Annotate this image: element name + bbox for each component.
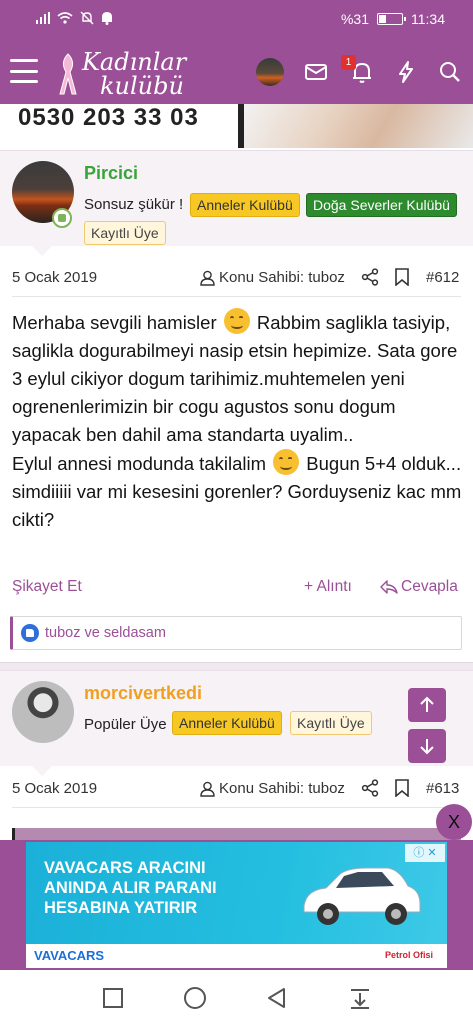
post-body-part3: Eylul annesi modunda takilalim	[12, 453, 266, 474]
post-body-part1: Merhaba sevgili hamisler	[12, 312, 217, 333]
bookmark-icon[interactable]	[394, 779, 410, 797]
ad-footer: VAVACARS Petrol Ofisi	[26, 944, 447, 968]
scroll-up-button[interactable]	[408, 688, 446, 722]
badge-kayitli-uye: Kayıtlı Üye	[290, 711, 372, 735]
quote-link[interactable]: + Alıntı	[304, 578, 352, 596]
smiling-emoji-icon	[223, 308, 250, 334]
post-number[interactable]: #613	[426, 780, 459, 797]
ad-close-button[interactable]: X	[436, 804, 472, 840]
online-status-icon	[52, 208, 72, 228]
bookmark-icon[interactable]	[394, 268, 410, 286]
battery-percent: %31	[340, 11, 369, 27]
reactions-bar[interactable]: tuboz ve seldasam	[10, 616, 462, 650]
post-username[interactable]: Pircici	[84, 163, 138, 184]
user-icon	[200, 781, 215, 797]
status-bar: %31 11:34	[0, 0, 473, 40]
user-title: Sonsuz şükür !	[84, 196, 184, 213]
post-actions: Şikayet Et + Alıntı Cevapla	[0, 576, 473, 602]
ad-choices-icon[interactable]: ⓘ ✕	[405, 844, 445, 862]
battery-icon	[377, 13, 406, 25]
reply-label: Cevapla	[401, 578, 458, 595]
post-user-block: Pircici Sonsuz şükür ! Anneler Kulübü Do…	[0, 150, 473, 246]
ad-sponsor: Petrol Ofisi	[384, 950, 433, 960]
post-avatar[interactable]	[12, 681, 74, 743]
user-avatar[interactable]	[256, 58, 284, 86]
post-date[interactable]: 5 Ocak 2019	[12, 780, 97, 797]
circle-home-icon[interactable]	[183, 986, 207, 1010]
reply-link[interactable]: Cevapla	[380, 578, 458, 596]
post-user-block: morcivertkedi Popüler Üye Anneler Kulübü…	[0, 670, 473, 766]
wifi-icon	[57, 12, 73, 24]
scroll-down-button[interactable]	[408, 729, 446, 763]
thread-owner: Konu Sahibi: tuboz	[200, 269, 345, 286]
clock: 11:34	[411, 11, 445, 27]
reactions-text[interactable]: tuboz ve seldasam	[45, 625, 166, 641]
reply-icon	[380, 580, 398, 594]
thread-owner: Konu Sahibi: tuboz	[200, 780, 345, 797]
bell-status-icon	[102, 12, 112, 25]
post-username[interactable]: morcivertkedi	[84, 683, 202, 704]
mail-icon[interactable]	[304, 60, 328, 84]
menu-icon[interactable]	[10, 59, 38, 83]
top-banner[interactable]: 0530 203 33 03	[0, 104, 473, 148]
post-number[interactable]: #612	[426, 269, 459, 286]
post-meta: 5 Ocak 2019 Konu Sahibi: tuboz #612	[0, 262, 473, 294]
user-title: Popüler Üye	[84, 716, 167, 733]
thread-owner-label: Konu Sahibi: tuboz	[219, 780, 345, 797]
badge-anneler-kulubu: Anneler Kulübü	[172, 711, 282, 735]
post-body: Merhaba sevgili hamisler Rabbim saglikla…	[12, 308, 464, 534]
signal-icon	[36, 12, 50, 24]
notification-shade-icon[interactable]	[348, 986, 372, 1010]
site-logo[interactable]: Kadınlar kulübü	[56, 46, 186, 100]
badge-doga-severler: Doğa Severler Kulübü	[306, 193, 457, 217]
triangle-back-icon[interactable]	[265, 986, 289, 1010]
like-icon	[21, 624, 39, 642]
ad-headline-line2: ANINDA ALIR PARANI	[44, 879, 217, 897]
post-612: Pircici Sonsuz şükür ! Anneler Kulübü Do…	[0, 150, 473, 660]
share-icon[interactable]	[361, 268, 379, 286]
badge-kayitli-uye: Kayıtlı Üye	[84, 221, 166, 245]
ad-headline-line1: VAVACARS ARACINI	[44, 859, 206, 877]
ad-headline: VAVACARS ARACINI ANINDA ALIR PARANI HESA…	[44, 858, 217, 918]
car-icon	[303, 867, 421, 925]
site-header: Kadınlar kulübü 1	[0, 40, 473, 104]
notification-badge: 1	[341, 55, 356, 70]
report-link[interactable]: Şikayet Et	[12, 578, 82, 596]
share-icon[interactable]	[361, 779, 379, 797]
badge-anneler-kulubu: Anneler Kulübü	[190, 193, 300, 217]
lightning-icon[interactable]	[394, 60, 418, 84]
smiling-emoji-icon	[273, 449, 300, 475]
post-date[interactable]: 5 Ocak 2019	[12, 269, 97, 286]
pink-ribbon-icon	[59, 53, 77, 95]
mute-icon	[80, 11, 94, 25]
ad-brand: VAVACARS	[34, 948, 105, 963]
post-613: morcivertkedi Popüler Üye Anneler Kulübü…	[0, 670, 473, 840]
banner-photo	[244, 104, 473, 148]
banner-phone: 0530 203 33 03	[18, 104, 199, 131]
ad-headline-line3: HESABINA YATIRIR	[44, 899, 198, 917]
bottom-ad[interactable]: VAVACARS ARACINI ANINDA ALIR PARANI HESA…	[26, 842, 447, 968]
post-meta: 5 Ocak 2019 Konu Sahibi: tuboz #613	[0, 773, 473, 805]
system-nav-bar	[0, 970, 473, 1024]
arrow-up-icon	[420, 696, 434, 712]
logo-line2: kulübü	[100, 72, 184, 100]
square-recent-apps-icon[interactable]	[101, 986, 125, 1010]
user-icon	[200, 270, 215, 286]
search-icon[interactable]	[438, 60, 462, 84]
post-body	[12, 828, 461, 840]
post-separator	[0, 662, 473, 670]
arrow-down-icon	[420, 739, 434, 755]
thread-owner-label: Konu Sahibi: tuboz	[219, 269, 345, 286]
